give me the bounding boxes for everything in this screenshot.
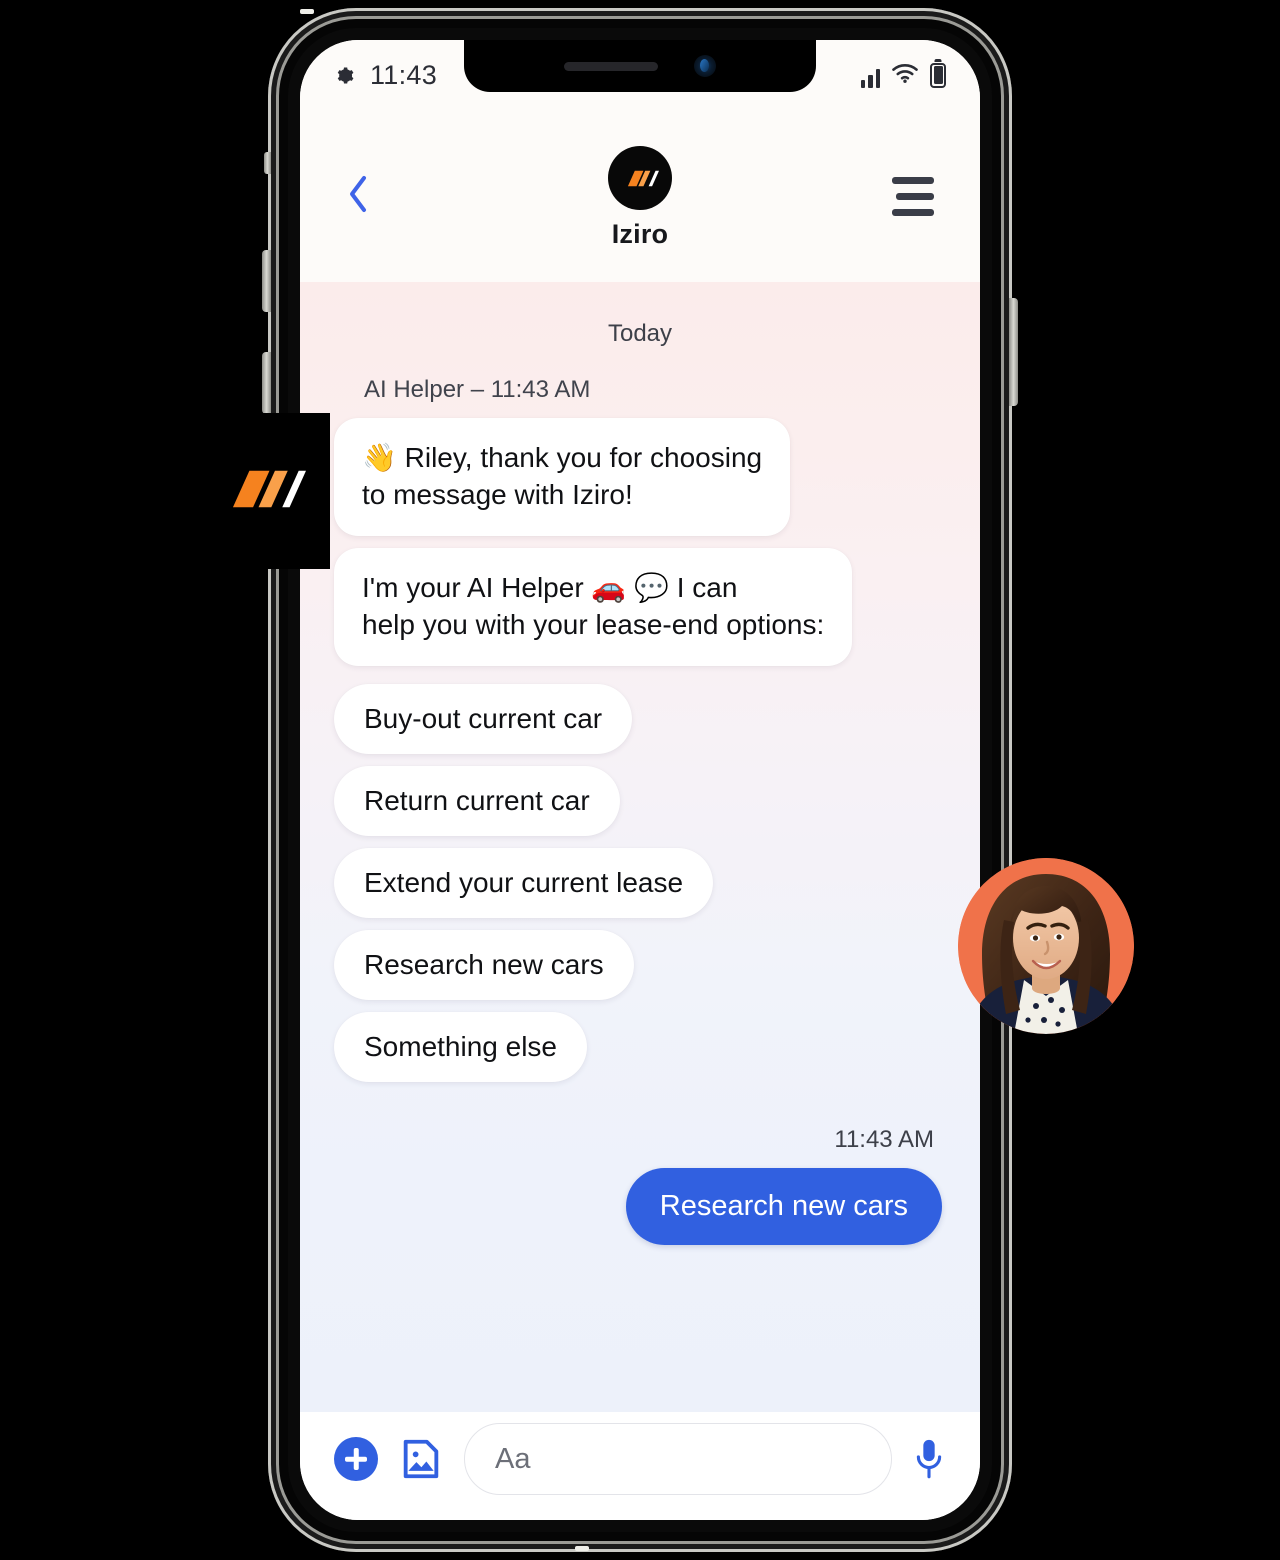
brand-block: Iziro [608,146,672,250]
frame-antenna-line-bottom [575,1546,589,1551]
message-input-placeholder: Aa [495,1442,531,1475]
page-title: Iziro [611,219,669,249]
iziro-logo-icon [608,146,672,210]
microphone-icon[interactable] [912,1436,946,1482]
quick-reply-extend[interactable]: Extend your current lease [334,847,714,918]
outgoing-timestamp: 11:43 AM [834,1125,934,1153]
screenshot-stage: 11:43 Iziro Today AI Helper – 11:43 AM 👋… [0,0,1280,1560]
volume-up-button[interactable] [262,250,271,312]
message-composer: Aa [300,1412,980,1520]
plus-circle-icon[interactable] [334,1437,378,1481]
hamburger-menu-icon[interactable] [886,171,940,222]
quick-reply-return[interactable]: Return current car [334,765,620,836]
phone-screen: 11:43 Iziro Today AI Helper – 11:43 AM 👋… [300,40,980,1520]
quick-reply-list: Buy-out current car Return current car E… [334,683,946,1082]
cellular-bars-icon [860,68,880,88]
gear-icon [334,64,357,87]
message-list: Today AI Helper – 11:43 AM 👋 Riley, than… [300,282,980,1412]
frame-antenna-line-top [300,9,314,14]
avatar [958,858,1134,1034]
wifi-icon [891,63,919,88]
back-button[interactable] [340,167,376,226]
mute-switch[interactable] [264,152,271,174]
quick-reply-research[interactable]: Research new cars [334,929,634,1000]
power-button[interactable] [1009,298,1018,406]
battery-full-icon [930,62,946,88]
image-attachment-icon[interactable] [398,1436,444,1482]
incoming-bubble-2: I'm your AI Helper 🚗 💬 I can help you wi… [334,547,853,666]
iziro-logo-badge [190,413,330,569]
outgoing-message: 11:43 AM Research new cars [334,1126,946,1245]
earpiece-speaker-icon [564,61,658,71]
display-notch [464,40,816,92]
status-time: 11:43 [370,59,438,90]
quick-reply-buyout[interactable]: Buy-out current car [334,683,633,754]
front-camera-icon [694,55,716,77]
message-input[interactable]: Aa [464,1423,892,1495]
incoming-bubble-1: 👋 Riley, thank you for choosing to messa… [334,418,791,536]
chat-header: Iziro [300,110,980,282]
quick-reply-other[interactable]: Something else [334,1011,588,1082]
avatar-photo [958,858,1134,1034]
iziro-logo-icon [222,465,306,518]
incoming-message-meta: AI Helper – 11:43 AM [364,376,591,403]
volume-down-button[interactable] [262,352,271,414]
outgoing-bubble: Research new cars [625,1167,942,1245]
day-separator: Today [607,320,673,347]
